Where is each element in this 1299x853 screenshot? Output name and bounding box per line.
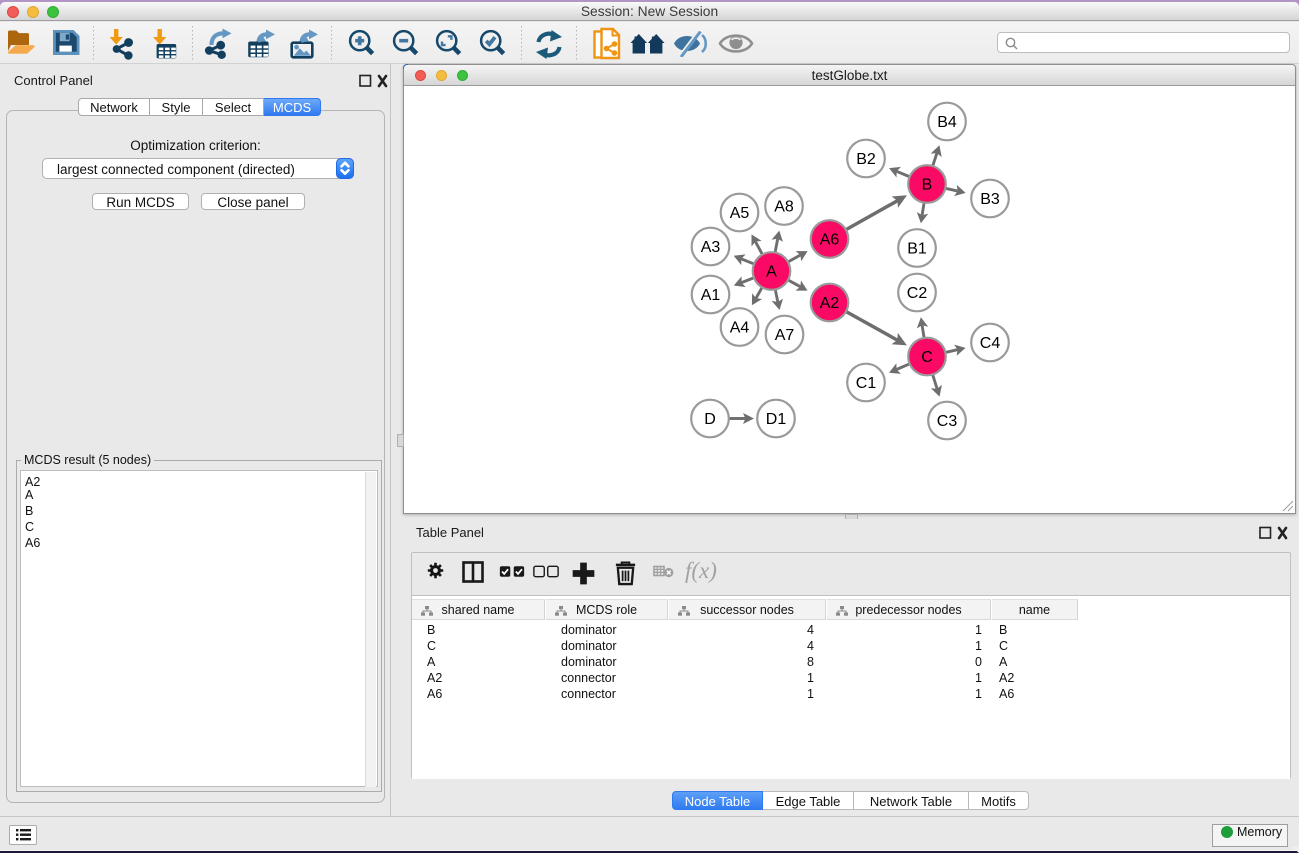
svg-text:A6: A6	[820, 232, 840, 249]
svg-text:B4: B4	[937, 114, 957, 131]
svg-text:A3: A3	[701, 239, 721, 256]
svg-text:C4: C4	[980, 335, 1001, 352]
svg-text:C1: C1	[856, 375, 877, 392]
svg-text:A: A	[766, 264, 777, 281]
svg-text:A1: A1	[701, 287, 721, 304]
svg-text:B3: B3	[980, 191, 1000, 208]
svg-text:C2: C2	[907, 285, 928, 302]
svg-text:C3: C3	[937, 413, 958, 430]
svg-text:A5: A5	[730, 205, 750, 222]
svg-text:B1: B1	[907, 241, 927, 258]
svg-text:A2: A2	[820, 295, 840, 312]
svg-text:B: B	[922, 177, 933, 194]
svg-text:D: D	[704, 411, 716, 428]
svg-text:A4: A4	[730, 320, 750, 337]
svg-text:B2: B2	[856, 151, 876, 168]
svg-text:A7: A7	[775, 327, 795, 344]
svg-text:D1: D1	[766, 411, 787, 428]
svg-text:A8: A8	[774, 199, 794, 216]
svg-text:C: C	[921, 349, 933, 366]
